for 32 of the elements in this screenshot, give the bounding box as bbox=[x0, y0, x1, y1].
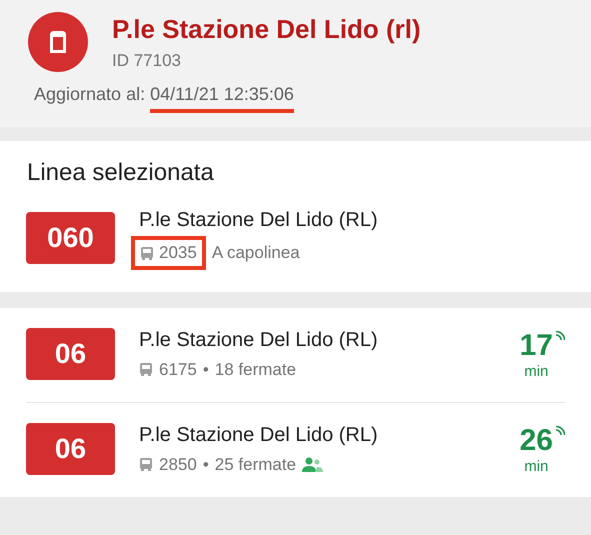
realtime-signal-icon bbox=[555, 426, 565, 436]
destination: P.le Stazione Del Lido (RL) bbox=[139, 328, 379, 352]
vehicle-status: A capolinea bbox=[212, 243, 300, 263]
arrival-minutes: 26 bbox=[520, 424, 553, 458]
line-number: 06 bbox=[26, 423, 115, 475]
updated-timestamp: 04/11/21 12:35:06 bbox=[150, 84, 294, 113]
departure-row[interactable]: 06 P.le Stazione Del Lido (RL) 6175 • 18 fermate 17 min bbox=[26, 308, 565, 403]
separator: • bbox=[202, 360, 209, 380]
destination: P.le Stazione Del Lido (RL) bbox=[139, 209, 379, 232]
line-number: 060 bbox=[26, 212, 115, 264]
vehicle-number: 2035 bbox=[131, 236, 206, 270]
stop-id: ID 77103 bbox=[112, 50, 182, 70]
updated-label: Aggiornato al: bbox=[34, 84, 146, 106]
vehicle-number: 2850 bbox=[159, 454, 197, 474]
section-title: Linea selezionata bbox=[26, 159, 215, 187]
minutes-unit: min bbox=[524, 458, 548, 474]
departure-row[interactable]: 06 P.le Stazione Del Lido (RL) 2850 • 25 fermate 26 min bbox=[26, 403, 565, 497]
bus-icon bbox=[140, 246, 154, 260]
bus-icon bbox=[139, 457, 153, 472]
selected-line-row[interactable]: 060 P.le Stazione Del Lido (RL) 2035 A capolinea bbox=[26, 201, 565, 274]
stop-count: 18 fermate bbox=[214, 360, 296, 380]
vehicle-number: 6175 bbox=[159, 360, 197, 380]
line-number: 06 bbox=[26, 328, 115, 380]
people-icon bbox=[302, 456, 324, 472]
stop-count: 25 fermate bbox=[214, 454, 296, 474]
destination: P.le Stazione Del Lido (RL) bbox=[139, 424, 379, 446]
arrival-minutes: 17 bbox=[520, 328, 553, 362]
minutes-unit: min bbox=[524, 362, 548, 380]
stop-name: P.le Stazione Del Lido (rl) bbox=[112, 14, 421, 44]
separator: • bbox=[202, 454, 209, 474]
realtime-signal-icon bbox=[555, 330, 565, 340]
bus-icon bbox=[139, 362, 153, 377]
